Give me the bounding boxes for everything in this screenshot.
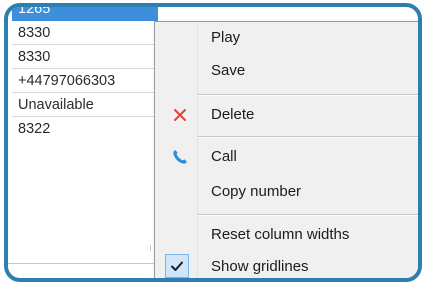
context-menu: Play Save Delete Call Copy number Reset … [154, 21, 418, 278]
window-frame: 1265 8330 8330 +44797066303 Unavailable … [4, 3, 422, 282]
list-item[interactable]: 8322 [12, 117, 158, 141]
menu-separator [197, 136, 418, 138]
menu-item-call[interactable]: Call [155, 141, 418, 173]
list-item[interactable]: 1265 [12, 7, 158, 21]
column-divider[interactable] [150, 245, 151, 251]
list-item[interactable]: Unavailable [12, 93, 158, 117]
checkmark-box [165, 254, 189, 278]
menu-separator [197, 214, 418, 216]
call-list: 1265 8330 8330 +44797066303 Unavailable … [8, 7, 158, 278]
menu-item-show-gridlines[interactable]: Show gridlines [155, 251, 418, 278]
list-item[interactable]: 8330 [12, 45, 158, 69]
phone-icon [169, 141, 191, 173]
menu-item-label: Call [211, 148, 237, 165]
menu-item-label: Play [211, 29, 241, 46]
menu-item-play[interactable]: Play [155, 22, 418, 54]
menu-separator [197, 94, 418, 96]
menu-item-label: Save [211, 62, 246, 79]
menu-item-save[interactable]: Save [155, 55, 418, 87]
menu-item-label: Delete [211, 106, 255, 123]
menu-item-label: Show gridlines [211, 258, 309, 275]
menu-item-label: Reset column widths [211, 226, 350, 243]
menu-item-delete[interactable]: Delete [155, 99, 418, 131]
menu-item-copy-number[interactable]: Copy number [155, 176, 418, 208]
x-icon [169, 99, 191, 131]
menu-item-reset-column-widths[interactable]: Reset column widths [155, 219, 418, 251]
list-item[interactable]: 8330 [12, 21, 158, 45]
list-item[interactable]: +44797066303 [12, 69, 158, 93]
menu-item-label: Copy number [211, 183, 302, 200]
